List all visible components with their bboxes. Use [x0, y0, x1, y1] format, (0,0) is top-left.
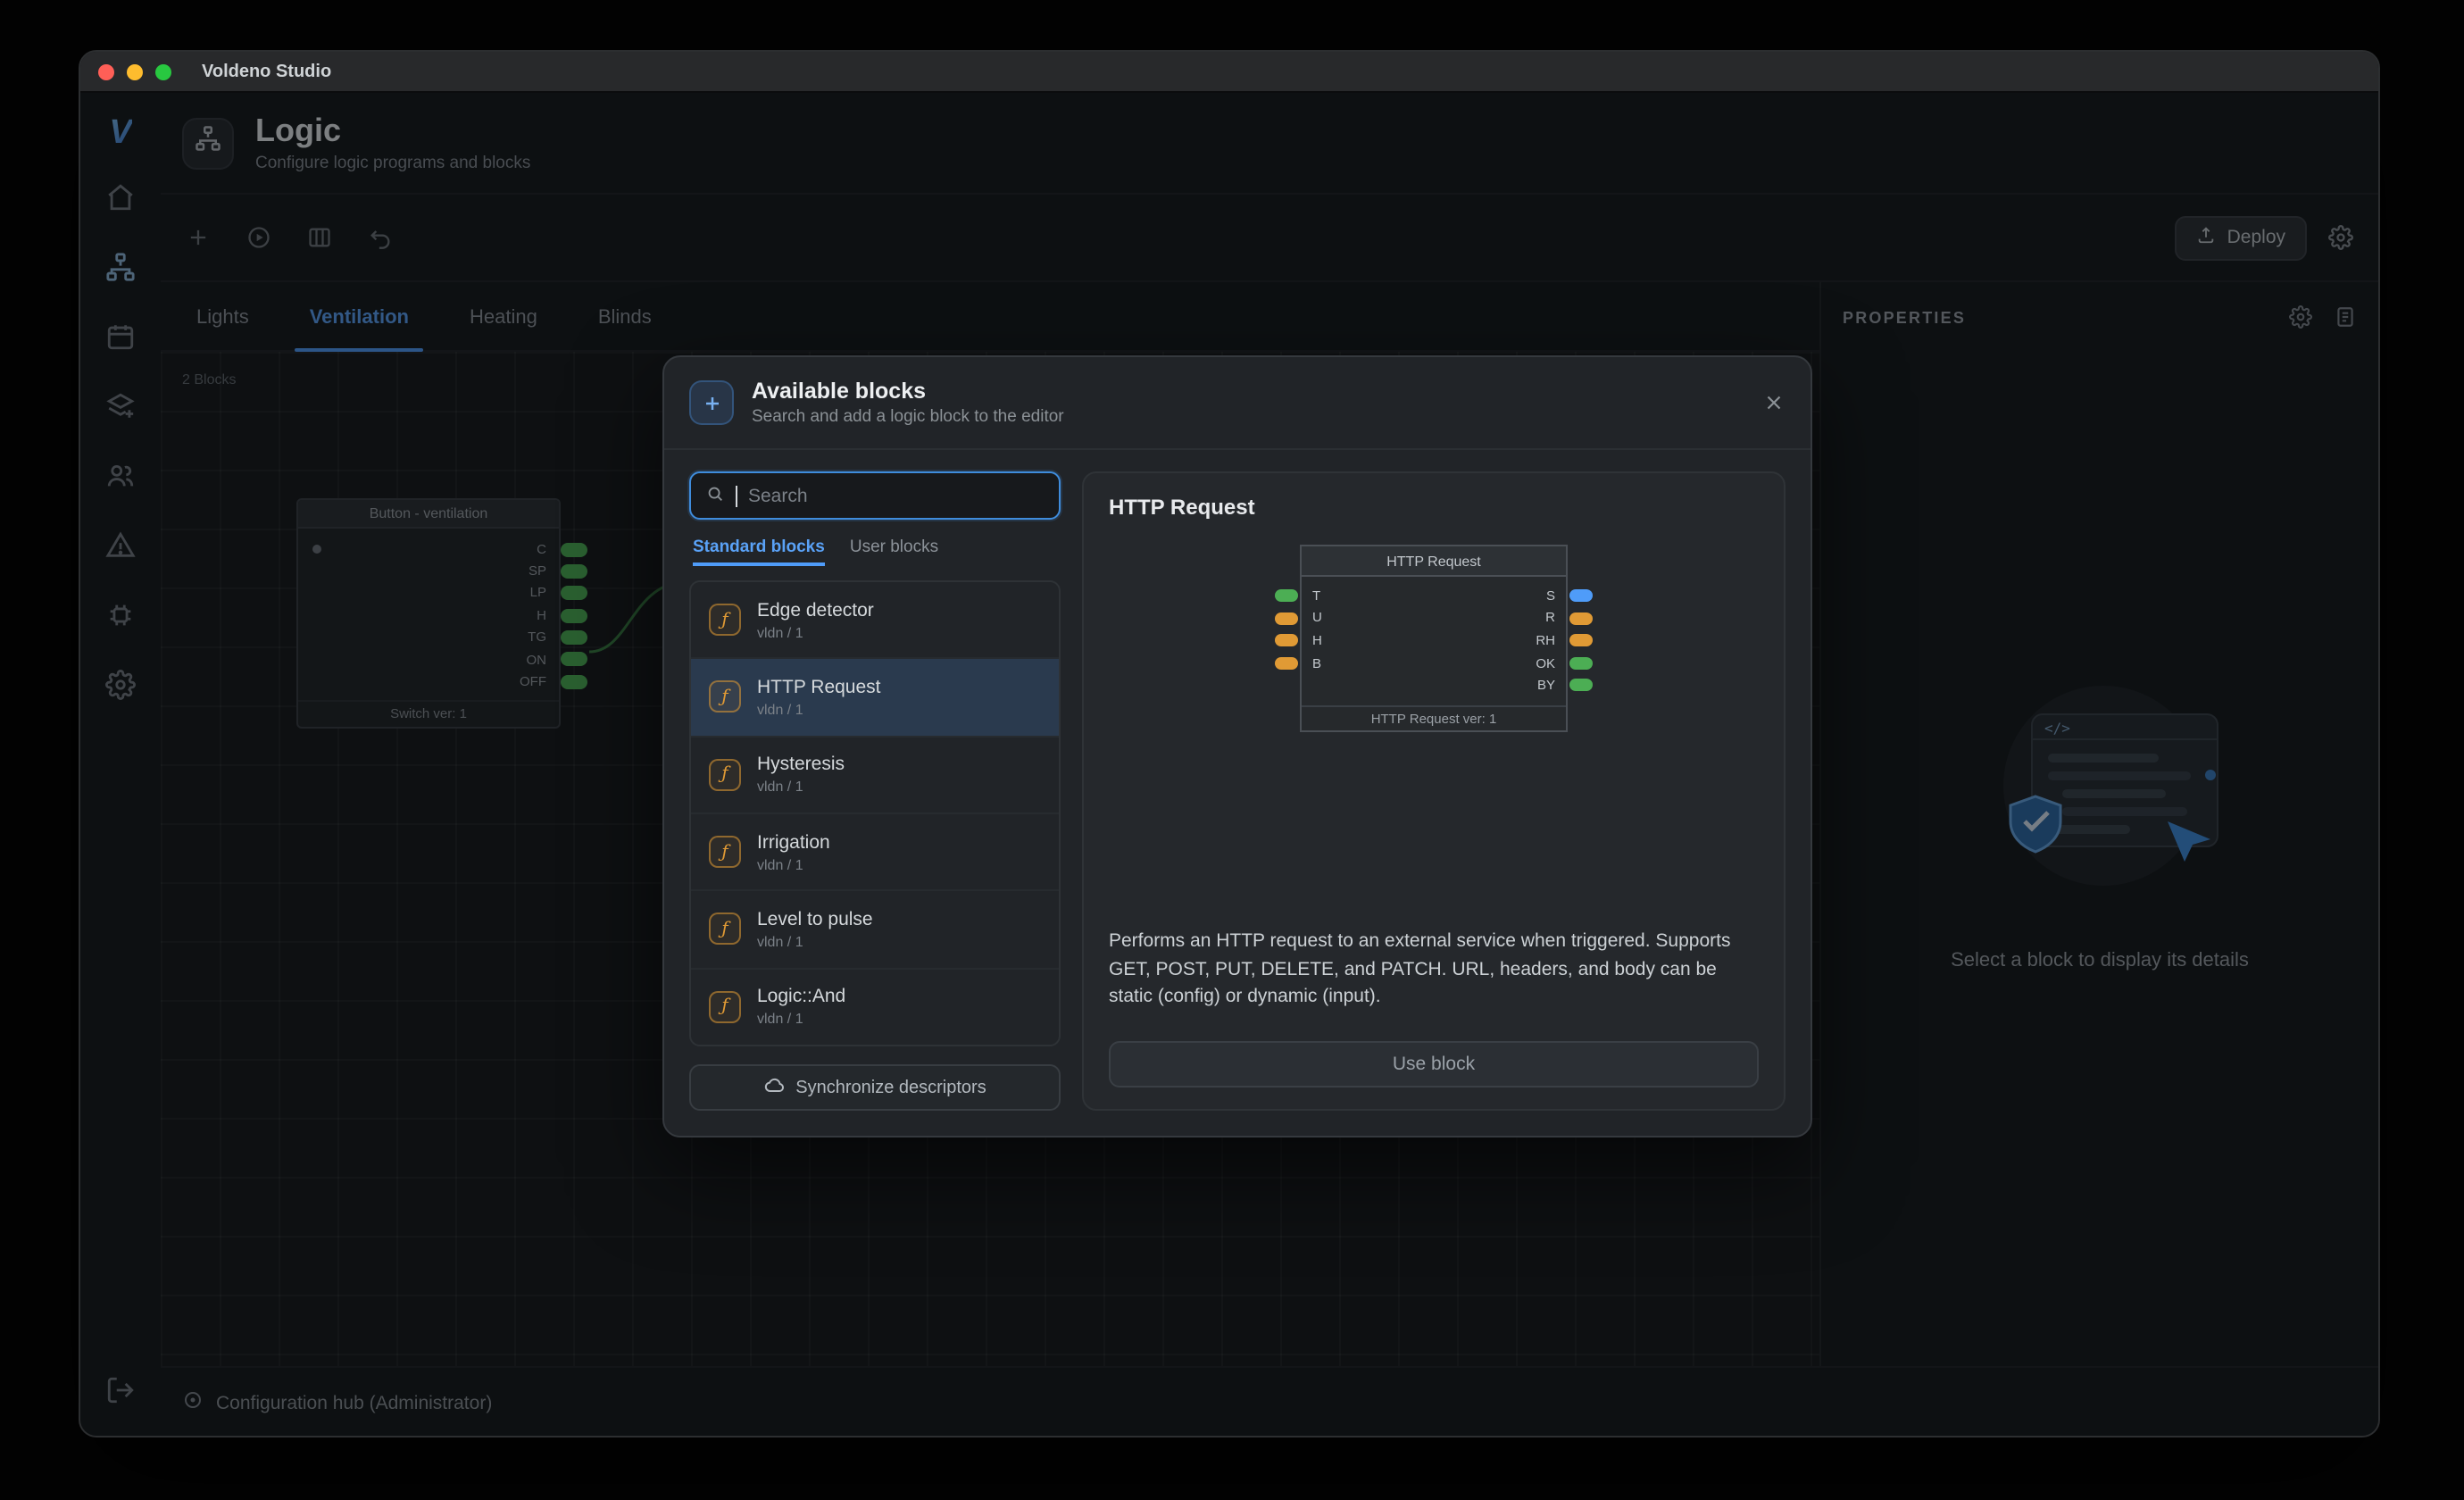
preview-output-port: OK [1536, 652, 1566, 674]
dialog-subtitle: Search and add a logic block to the edit… [752, 407, 1064, 427]
block-name: Hysteresis [757, 754, 845, 776]
preview-input-port: B [1302, 652, 1322, 674]
function-icon: ƒ [709, 836, 741, 868]
block-meta: vldn / 1 [757, 624, 874, 640]
block-list-item[interactable]: ƒ Hysteresis vldn / 1 [691, 737, 1059, 814]
block-list-item[interactable]: ƒ Edge detector vldn / 1 [691, 582, 1059, 660]
port-pill [1275, 657, 1298, 670]
port-pill [1569, 612, 1593, 624]
block-list-item[interactable]: ƒ Logic::And vldn / 1 [691, 969, 1059, 1045]
block-detail-title: HTTP Request [1109, 495, 1759, 520]
block-description: Performs an HTTP request to an external … [1109, 929, 1759, 1013]
dialog-plus-badge [689, 380, 734, 425]
close-window-button[interactable] [98, 63, 114, 79]
block-source-tab[interactable]: Standard blocks [693, 538, 825, 566]
window-title: Voldeno Studio [202, 62, 331, 81]
port-pill [1275, 634, 1298, 646]
function-icon: ƒ [709, 759, 741, 791]
block-list-item[interactable]: ƒ Level to pulse vldn / 1 [691, 892, 1059, 970]
block-list-item[interactable]: ƒ HTTP Request vldn / 1 [691, 660, 1059, 738]
function-icon: ƒ [709, 604, 741, 636]
block-meta: vldn / 1 [757, 1012, 845, 1028]
app-window: Voldeno Studio V [79, 50, 2380, 1438]
block-name: Irrigation [757, 831, 830, 853]
port-label: H [1312, 632, 1322, 648]
port-pill [1569, 634, 1593, 646]
dialog-title: Available blocks [752, 379, 1064, 404]
search-input[interactable] [748, 485, 1045, 506]
synchronize-descriptors-button[interactable]: Synchronize descriptors [689, 1064, 1061, 1111]
port-pill [1275, 589, 1298, 602]
preview-input-port: U [1302, 606, 1322, 629]
block-name: HTTP Request [757, 677, 881, 698]
zoom-window-button[interactable] [155, 63, 171, 79]
block-search [689, 471, 1061, 520]
blocks-list: ƒ Edge detector vldn / 1 ƒ HTTP Request [689, 580, 1061, 1046]
block-meta: vldn / 1 [757, 779, 845, 796]
block-preview-node: HTTP Request T [1300, 545, 1568, 732]
text-cursor [736, 485, 737, 506]
preview-output-port: BY [1536, 674, 1566, 696]
function-icon: ƒ [709, 991, 741, 1023]
available-blocks-dialog: Available blocks Search and add a logic … [662, 355, 1812, 1138]
cloud-sync-icon [763, 1074, 785, 1101]
port-pill [1569, 657, 1593, 670]
block-list-item[interactable]: ƒ Irrigation vldn / 1 [691, 814, 1059, 892]
block-meta: vldn / 1 [757, 856, 830, 872]
block-source-tabs: Standard blocks User blocks [693, 538, 1057, 566]
preview-input-port: T [1302, 584, 1322, 606]
port-label: U [1312, 610, 1322, 626]
port-label: RH [1536, 632, 1555, 648]
block-meta: vldn / 1 [757, 702, 881, 718]
close-dialog-button[interactable] [1762, 391, 1786, 414]
port-label: B [1312, 654, 1321, 671]
search-icon [705, 479, 725, 512]
titlebar: Voldeno Studio [80, 52, 2378, 93]
function-icon: ƒ [709, 681, 741, 713]
minimize-window-button[interactable] [127, 63, 143, 79]
function-icon: ƒ [709, 913, 741, 946]
port-label: BY [1537, 677, 1555, 693]
preview-output-port: S [1536, 584, 1566, 606]
port-label: R [1545, 610, 1555, 626]
port-label: T [1312, 588, 1320, 604]
block-name: Edge detector [757, 599, 874, 621]
block-source-tab[interactable]: User blocks [850, 538, 938, 566]
port-label: S [1546, 588, 1555, 604]
screen: Voldeno Studio V [0, 0, 2464, 1500]
port-pill [1569, 589, 1593, 602]
block-meta: vldn / 1 [757, 934, 873, 950]
block-name: Level to pulse [757, 909, 873, 930]
preview-node-title: HTTP Request [1302, 546, 1566, 577]
preview-output-port: R [1536, 606, 1566, 629]
sync-label: Synchronize descriptors [795, 1078, 986, 1097]
port-label: OK [1536, 654, 1555, 671]
port-pill [1569, 679, 1593, 692]
preview-input-port: H [1302, 629, 1322, 651]
use-block-button[interactable]: Use block [1109, 1041, 1759, 1088]
port-pill [1275, 612, 1298, 624]
preview-node-footer: HTTP Request ver: 1 [1302, 705, 1566, 730]
preview-output-port: RH [1536, 629, 1566, 651]
block-detail-panel: HTTP Request HTTP Request T [1082, 471, 1786, 1111]
block-name: Logic::And [757, 987, 845, 1008]
